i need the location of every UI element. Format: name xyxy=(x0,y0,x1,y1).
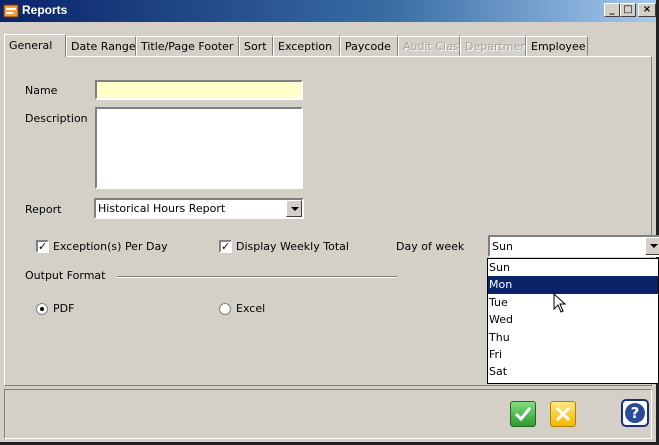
day-option-sun[interactable]: Sun xyxy=(488,259,658,276)
mouse-cursor-icon xyxy=(553,293,567,313)
exceptions-checkbox[interactable]: ✓ xyxy=(36,240,49,253)
cancel-x-icon xyxy=(555,406,571,422)
day-of-week-dropdown: Sun Mon Tue Wed Thu Fri Sat xyxy=(487,258,659,384)
tab-title-page-footer[interactable]: Title/Page Footer xyxy=(136,36,239,56)
day-option-thu[interactable]: Thu xyxy=(488,329,658,346)
day-option-sat[interactable]: Sat xyxy=(488,363,658,380)
ok-button[interactable] xyxy=(510,401,536,427)
help-button[interactable]: ? xyxy=(621,399,649,427)
report-label: Report xyxy=(25,203,62,216)
name-label: Name xyxy=(25,84,58,97)
chevron-down-icon[interactable] xyxy=(645,237,659,255)
output-format-label: Output Format xyxy=(25,269,106,282)
maximize-button[interactable]: □ xyxy=(620,3,636,17)
day-of-week-label: Day of week xyxy=(396,240,465,253)
day-of-week-value: Sun xyxy=(492,240,513,253)
tab-department: Department xyxy=(460,36,532,56)
tab-exception[interactable]: Exception xyxy=(273,36,340,56)
name-field[interactable] xyxy=(95,80,303,100)
cancel-button[interactable] xyxy=(550,401,576,427)
svg-text:?: ? xyxy=(631,404,640,422)
report-select[interactable]: Historical Hours Report xyxy=(94,198,304,219)
excel-radio[interactable] xyxy=(219,303,231,315)
window-title: Reports xyxy=(22,3,68,17)
title-bar: Reports _ □ × xyxy=(0,0,656,22)
day-option-wed[interactable]: Wed xyxy=(488,311,658,328)
description-field[interactable] xyxy=(95,107,303,189)
tab-employee[interactable]: Employee xyxy=(526,36,588,56)
pdf-radio[interactable] xyxy=(36,303,48,315)
report-select-value: Historical Hours Report xyxy=(98,202,226,215)
tab-date-range[interactable]: Date Range xyxy=(66,36,136,56)
output-format-divider xyxy=(117,276,397,278)
close-button[interactable]: × xyxy=(638,3,656,17)
day-option-tue[interactable]: Tue xyxy=(488,294,658,311)
reports-app-icon xyxy=(3,4,19,18)
description-label: Description xyxy=(25,112,88,125)
exceptions-label: Exception(s) Per Day xyxy=(53,240,168,253)
question-mark-icon: ? xyxy=(625,403,645,423)
excel-label: Excel xyxy=(236,302,266,315)
weekly-total-label: Display Weekly Total xyxy=(236,240,349,253)
day-option-fri[interactable]: Fri xyxy=(488,346,658,363)
tab-paycode[interactable]: Paycode xyxy=(340,36,398,56)
tab-sort[interactable]: Sort xyxy=(239,36,273,56)
pdf-label: PDF xyxy=(53,302,75,315)
tab-audit-class: Audit Class xyxy=(398,36,464,56)
day-option-mon[interactable]: Mon xyxy=(488,276,658,294)
chevron-down-icon[interactable] xyxy=(286,200,302,217)
reports-window: Reports _ □ × General Date Range Title/Pag… xyxy=(0,0,659,445)
weekly-total-checkbox[interactable]: ✓ xyxy=(219,240,232,253)
checkmark-icon xyxy=(514,407,532,422)
tab-general[interactable]: General xyxy=(4,34,66,57)
button-bar: ? xyxy=(4,389,652,439)
minimize-button[interactable]: _ xyxy=(604,3,620,17)
day-of-week-select[interactable]: Sun xyxy=(488,235,659,257)
